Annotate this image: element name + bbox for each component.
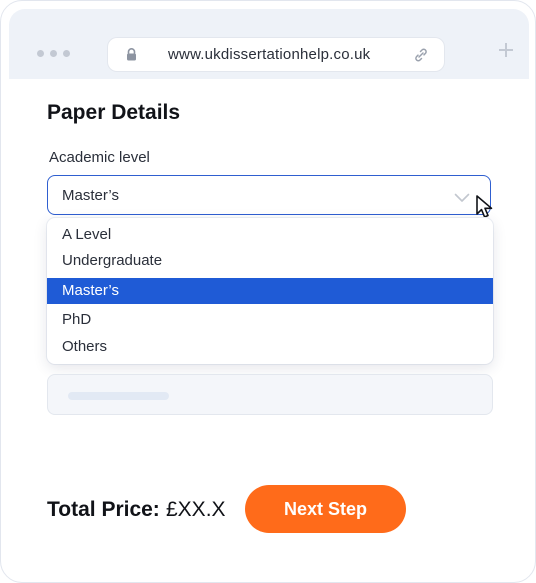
lock-icon — [126, 48, 137, 66]
total-price-label: Total Price: — [47, 498, 160, 521]
select-value: Master’s — [62, 187, 119, 204]
chevron-down-icon — [454, 190, 470, 208]
dot — [50, 50, 57, 57]
page-title: Paper Details — [47, 101, 181, 124]
dropdown-option[interactable]: PhD — [47, 309, 493, 331]
url-text: www.ukdissertationhelp.co.uk — [168, 46, 371, 63]
placeholder-input-field[interactable] — [47, 374, 493, 415]
next-step-button[interactable]: Next Step — [245, 485, 406, 533]
browser-window: www.ukdissertationhelp.co.uk Paper Detai… — [0, 0, 536, 583]
dropdown-option[interactable]: Undergraduate — [47, 250, 493, 272]
dropdown-option[interactable]: Others — [47, 336, 493, 358]
academic-level-label: Academic level — [49, 149, 150, 166]
address-bar[interactable]: www.ukdissertationhelp.co.uk — [108, 38, 444, 71]
dropdown-option[interactable]: A Level — [47, 224, 493, 246]
academic-level-dropdown: A Level Undergraduate Master’s PhD Other… — [47, 218, 493, 364]
dropdown-option-selected[interactable]: Master’s — [47, 278, 493, 304]
dots-menu-icon[interactable] — [37, 50, 70, 57]
browser-chrome: www.ukdissertationhelp.co.uk — [9, 9, 529, 79]
dot — [63, 50, 70, 57]
link-icon[interactable] — [414, 47, 428, 68]
total-price-value: £XX.X — [166, 498, 226, 521]
academic-level-select[interactable]: Master’s — [47, 175, 491, 215]
dot — [37, 50, 44, 57]
new-tab-plus-icon[interactable] — [497, 41, 515, 59]
placeholder-skeleton-bar — [68, 392, 169, 400]
